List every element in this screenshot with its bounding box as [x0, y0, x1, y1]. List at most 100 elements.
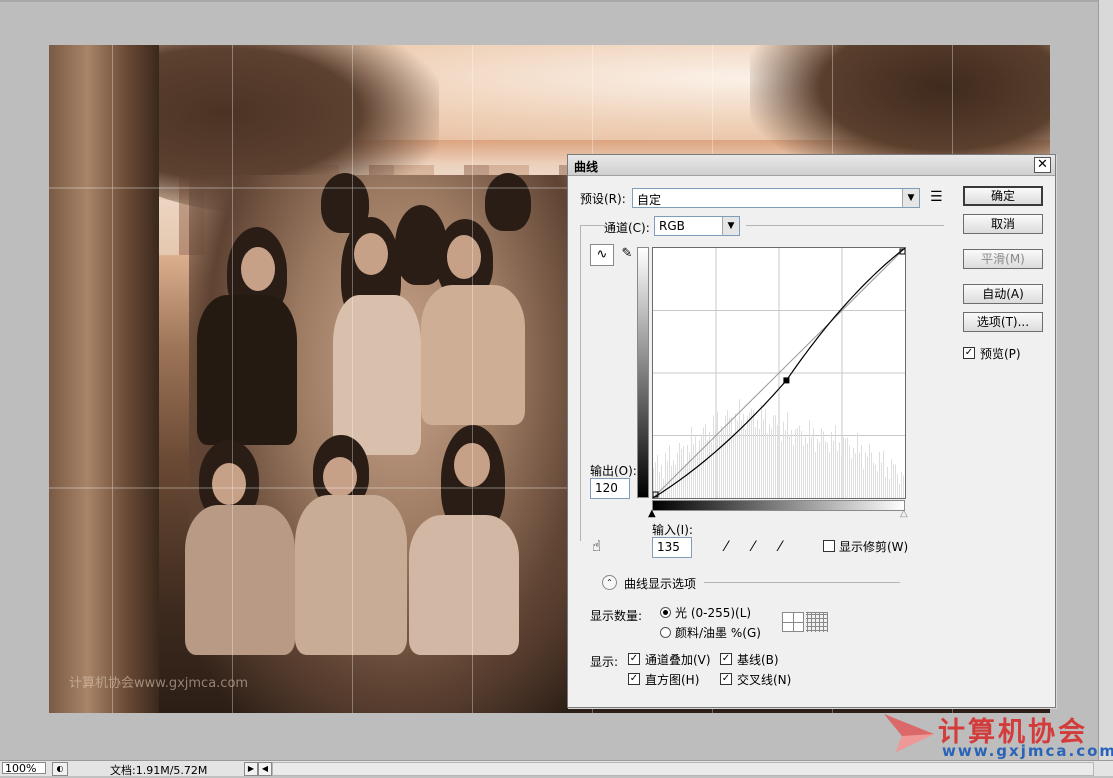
chevron-down-icon: ▼	[902, 189, 919, 207]
channel-label: 通道(C):	[604, 221, 650, 235]
histogram-bar	[707, 439, 708, 498]
channel-overlays-checkbox[interactable]: ✓	[628, 653, 640, 665]
status-bar: 100% ◐ 文档:1.91M/5.72M ▶ ◀	[0, 760, 1113, 777]
histogram-bar	[839, 442, 840, 498]
cancel-button[interactable]: 取消	[963, 214, 1043, 234]
preset-value: 自定	[637, 193, 662, 207]
histogram-bar	[895, 464, 896, 498]
histogram-bar	[897, 474, 898, 498]
histogram-bar	[811, 437, 812, 498]
preview-checkbox[interactable]: ✓	[963, 347, 975, 359]
histogram-bar	[779, 427, 780, 498]
histogram-bar	[791, 430, 792, 498]
histogram-bar	[845, 438, 846, 498]
histogram-bar	[725, 415, 726, 498]
histogram-bar	[843, 437, 844, 498]
pigment-radio[interactable]	[660, 627, 671, 638]
on-image-adjust-hand-icon[interactable]: ☝	[592, 537, 601, 555]
collapse-chevron-icon[interactable]: ⌃	[602, 575, 617, 590]
histogram-bar	[865, 452, 866, 498]
gray-eyedropper-icon[interactable]: ⁄	[752, 539, 754, 555]
black-point-slider-icon[interactable]: ▲	[648, 508, 656, 519]
scroll-left-icon[interactable]: ◀	[258, 762, 272, 776]
baseline-checkbox[interactable]: ✓	[720, 653, 732, 665]
light-radio[interactable]	[660, 607, 671, 618]
show-amount-label: 显示数量:	[590, 609, 643, 623]
info-icon[interactable]: ◐	[52, 762, 68, 776]
histogram-bar	[667, 461, 668, 498]
histogram-bar	[821, 428, 822, 498]
histogram-bar	[665, 453, 666, 498]
output-field[interactable]: 120	[590, 478, 630, 499]
vertical-scrollbar[interactable]	[1098, 0, 1113, 760]
histogram-bar	[857, 432, 858, 498]
histogram-bar	[819, 442, 820, 498]
histogram-bar	[739, 399, 740, 498]
histogram-bar	[847, 437, 848, 498]
list-options-icon[interactable]: ☰	[930, 189, 943, 205]
histogram-bar	[767, 433, 768, 498]
output-gradient-bar	[637, 247, 649, 498]
curve-point-tool-icon[interactable]: ∿	[590, 244, 614, 266]
curves-dialog: 曲线 ✕ 预设(R): 自定 ▼ ☰ 确定 取消 平滑(M) 自动(A) 选项(…	[567, 154, 1056, 708]
histogram-bar	[771, 428, 772, 498]
zoom-field[interactable]: 100%	[2, 762, 46, 775]
input-field[interactable]: 135	[652, 537, 692, 558]
histogram-bar	[871, 452, 872, 498]
white-point-slider-icon[interactable]: △	[900, 508, 908, 519]
horizontal-scrollbar[interactable]	[272, 762, 1094, 776]
histogram-bar	[899, 483, 900, 498]
histogram-bar	[741, 420, 742, 498]
curve-control-point[interactable]	[783, 377, 790, 384]
channel-select[interactable]: RGB ▼	[654, 216, 740, 236]
histogram-bar	[693, 443, 694, 498]
histogram-bar	[833, 440, 834, 498]
histogram-checkbox[interactable]: ✓	[628, 673, 640, 685]
intersection-line-checkbox[interactable]: ✓	[720, 673, 732, 685]
show-clipping-checkbox[interactable]	[823, 540, 835, 552]
options-button[interactable]: 选项(T)...	[963, 312, 1043, 332]
pencil-icon[interactable]: ✎	[616, 244, 638, 264]
histogram-bar	[713, 415, 714, 498]
histogram-bar	[677, 452, 678, 498]
input-value: 135	[657, 540, 680, 554]
curve-graph[interactable]	[652, 247, 906, 499]
black-eyedropper-icon[interactable]: ⁄	[725, 539, 727, 555]
histogram-bar	[859, 452, 860, 498]
group-border-left	[580, 225, 581, 541]
input-gradient-bar	[652, 500, 905, 511]
histogram-bar	[731, 417, 732, 498]
histogram-bar	[773, 415, 774, 498]
histogram-bar	[827, 442, 828, 498]
close-icon[interactable]: ✕	[1034, 157, 1051, 173]
histogram-bar	[825, 441, 826, 498]
auto-button[interactable]: 自动(A)	[963, 284, 1043, 304]
dialog-title-bar[interactable]: 曲线 ✕	[568, 155, 1055, 176]
smooth-button[interactable]: 平滑(M)	[963, 249, 1043, 269]
histogram-bar	[795, 429, 796, 498]
detailed-grid-icon[interactable]	[806, 612, 828, 632]
histogram-bar	[685, 463, 686, 498]
histogram-bar	[799, 425, 800, 498]
histogram-bar	[755, 427, 756, 498]
simple-grid-icon[interactable]	[782, 612, 804, 632]
channel-value: RGB	[659, 219, 685, 233]
white-eyedropper-icon[interactable]: ⁄	[779, 539, 781, 555]
dialog-title: 曲线	[574, 160, 599, 174]
pigment-option-label: 颜料/油墨 %(G)	[675, 626, 761, 640]
histogram-label: 直方图(H)	[645, 673, 700, 687]
histogram-bar	[803, 446, 804, 498]
histogram-bar	[817, 438, 818, 498]
histogram-bar	[749, 412, 750, 498]
histogram-bar	[671, 465, 672, 498]
histogram-bar	[777, 425, 778, 498]
histogram-bar	[745, 429, 746, 498]
histogram-bar	[849, 445, 850, 498]
histogram-bar	[887, 467, 888, 498]
ok-button[interactable]: 确定	[963, 186, 1043, 206]
histogram-bar	[835, 425, 836, 498]
status-menu-arrow-icon[interactable]: ▶	[244, 762, 258, 776]
watermark-url: www.gxjmca.com	[942, 742, 1113, 760]
preset-select[interactable]: 自定 ▼	[632, 188, 920, 208]
histogram-bar	[769, 424, 770, 498]
